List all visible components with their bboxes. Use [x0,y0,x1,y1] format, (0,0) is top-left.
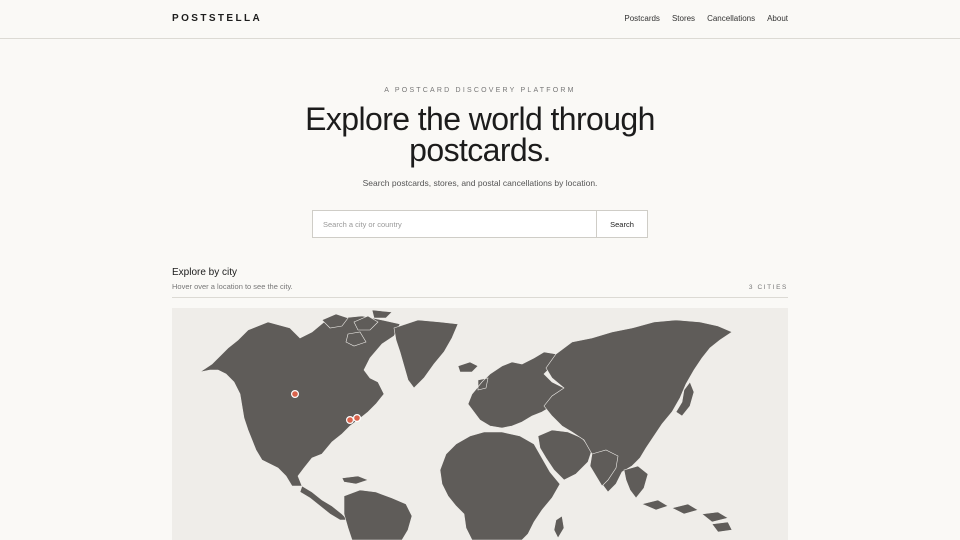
main-nav: Postcards Stores Cancellations About [624,14,788,23]
nav-postcards[interactable]: Postcards [624,14,660,23]
north-america-landmass [199,315,401,487]
search-bar: Search [312,210,648,238]
city-marker-ottawa[interactable] [346,415,355,424]
section-divider [172,297,788,298]
nav-about[interactable]: About [767,14,788,23]
explore-subtitle: Hover over a location to see the city. [172,282,293,291]
city-marker-toronto[interactable] [353,413,362,422]
nav-stores[interactable]: Stores [672,14,695,23]
search-button[interactable]: Search [596,211,647,237]
southeast-asia-landmass [623,465,649,499]
nav-cancellations[interactable]: Cancellations [707,14,755,23]
site-header: POSTSTELLA Postcards Stores Cancellation… [0,0,960,39]
south-america-landmass [343,489,413,540]
site-logo[interactable]: POSTSTELLA [172,13,262,24]
city-marker-seattle[interactable] [290,389,299,398]
hero-title: Explore the world through postcards. [305,101,655,168]
search-input[interactable] [313,211,596,237]
city-count: 3 CITIES [748,284,788,291]
world-map[interactable] [172,308,788,540]
greenland-landmass [393,319,459,389]
hero-eyebrow: A POSTCARD DISCOVERY PLATFORM [384,87,576,94]
explore-title: Explore by city [172,267,238,278]
iceland-landmass [457,361,479,373]
hero-subtitle: Search postcards, stores, and postal can… [362,178,598,188]
madagascar-landmass [553,515,565,539]
indonesia-islands [641,499,733,533]
world-map-svg [199,309,733,540]
